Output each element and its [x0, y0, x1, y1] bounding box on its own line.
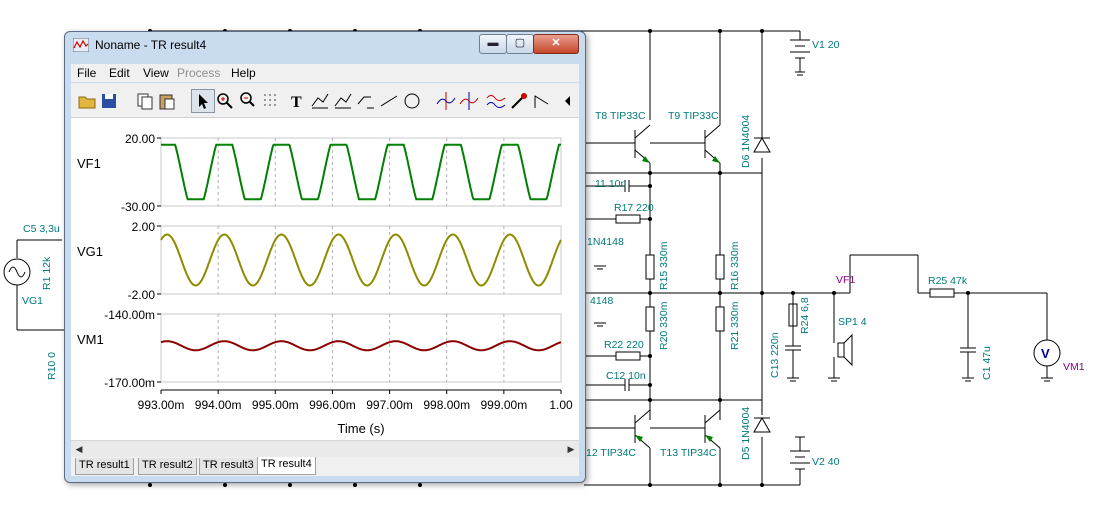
- toolbar: T: [71, 83, 579, 118]
- tab-tr-result4[interactable]: TR result4: [257, 457, 316, 475]
- label-t8: T8 TIP33C: [595, 110, 646, 122]
- paste-icon[interactable]: [156, 90, 178, 112]
- cursor-a-icon[interactable]: [309, 90, 331, 112]
- label-r15: R15 330m: [658, 241, 670, 290]
- label-v1: V1 20: [812, 39, 840, 51]
- cursor-b-icon[interactable]: [332, 90, 354, 112]
- waveform-chart[interactable]: VF1 20.00 -30.00 VG1 2.00 -2.00 VM1-140.00m -17…: [71, 118, 579, 440]
- open-icon[interactable]: [76, 90, 98, 112]
- maximize-icon: ▢: [514, 37, 526, 49]
- pointer-icon[interactable]: [191, 89, 215, 113]
- label-r17: R17 220: [614, 202, 654, 214]
- grid-icon[interactable]: [260, 90, 282, 112]
- x-tick-label: 996.00m: [309, 398, 356, 412]
- horizontal-scrollbar[interactable]: ◀ ▶: [71, 440, 579, 457]
- tab-tr-result2[interactable]: TR result2: [138, 458, 197, 475]
- text-icon[interactable]: T: [286, 90, 308, 112]
- label-d6: D6 1N4004: [740, 115, 752, 168]
- label-r10: R10 0: [46, 352, 58, 380]
- marker-b-icon[interactable]: [458, 90, 480, 112]
- maximize-button[interactable]: ▢: [506, 34, 534, 54]
- label-vf1-net: VF1: [836, 274, 855, 286]
- tab-tr-result1[interactable]: TR result1: [75, 458, 134, 475]
- label-r25: R25 47k: [928, 275, 968, 287]
- menu-process[interactable]: Process: [177, 66, 220, 80]
- line-segment-icon[interactable]: [355, 90, 377, 112]
- label-d2: 4148: [590, 295, 614, 307]
- x-tick-label: 994.00m: [195, 398, 242, 412]
- label-v2: V2 40: [812, 456, 840, 468]
- x-axis-label: Time (s): [337, 421, 384, 436]
- x-tick-label: 999.00m: [481, 398, 528, 412]
- save-icon[interactable]: [98, 90, 120, 112]
- result-tabs: TR result1 TR result2 TR result3 TR resu…: [71, 457, 579, 476]
- x-tick-label: 995.00m: [252, 398, 299, 412]
- waveform-icon[interactable]: [485, 90, 507, 112]
- x-tick-label: 993.00m: [138, 398, 185, 412]
- x-tick-label: 998.00m: [423, 398, 470, 412]
- x-tick-label: 1.00: [549, 398, 573, 412]
- y-tick-label: -170.00m: [104, 376, 155, 390]
- y-tick-label: 20.00: [125, 132, 155, 146]
- y-tick-label: -2.00: [128, 288, 156, 302]
- x-tick-label: 997.00m: [366, 398, 413, 412]
- label-r24: R24 6,8: [799, 297, 811, 334]
- label-c11: 11 10n: [595, 178, 626, 190]
- label-t12: 12 TIP34C: [586, 447, 636, 459]
- label-t13: T13 TIP34C: [660, 447, 717, 459]
- close-button[interactable]: ✕: [533, 34, 579, 54]
- menu-bar: File Edit View Process Help: [71, 64, 579, 82]
- scroll-left-icon[interactable]: ◀: [71, 441, 87, 457]
- label-c12: C12 10n: [606, 370, 646, 382]
- label-r22: R22 220: [604, 339, 644, 351]
- title-bar[interactable]: Noname - TR result4 ▬ ▢ ✕: [65, 32, 585, 58]
- scroll-right-icon[interactable]: ▶: [563, 441, 579, 457]
- menu-help[interactable]: Help: [231, 66, 256, 80]
- angle-icon[interactable]: [531, 90, 553, 112]
- label-vm1: VM1: [1063, 361, 1085, 373]
- close-icon: ✕: [551, 37, 561, 49]
- label-sp1: SP1 4: [838, 316, 867, 328]
- label-c13: C13 220n: [769, 332, 781, 378]
- toolbar-scroll-left-icon[interactable]: [561, 90, 575, 112]
- zoom-100-icon[interactable]: [237, 90, 259, 112]
- label-d1: 1N4148: [587, 236, 624, 248]
- menu-edit[interactable]: Edit: [109, 66, 130, 80]
- minimize-button[interactable]: ▬: [479, 34, 507, 54]
- y-tick-label: -140.00m: [104, 308, 155, 322]
- label-d5: D5 1N4004: [740, 407, 752, 460]
- label-c1: C1 47u: [981, 346, 993, 380]
- zoom-in-icon[interactable]: [214, 90, 236, 112]
- tr-result-window[interactable]: Noname - TR result4 ▬ ▢ ✕ File Edit View…: [64, 31, 586, 483]
- tab-tr-result3[interactable]: TR result3: [199, 458, 258, 475]
- label-r20: R20 330m: [658, 301, 670, 350]
- label-vg1: VG1: [22, 295, 43, 307]
- panel-frame: [160, 313, 562, 383]
- line-icon[interactable]: [378, 90, 400, 112]
- copy-icon[interactable]: [134, 90, 156, 112]
- label-r1: R1 12k: [41, 256, 53, 290]
- probe-icon[interactable]: [508, 90, 530, 112]
- series-label-vg1: VG1: [77, 244, 103, 259]
- label-c5: C5 3,3u: [23, 223, 60, 235]
- voltmeter-symbol: V: [1041, 346, 1050, 361]
- series-label-vf1: VF1: [77, 156, 101, 171]
- app-icon: [73, 38, 89, 52]
- plot-area[interactable]: VF1 20.00 -30.00 VG1 2.00 -2.00 VM1 -140.00m -17…: [71, 118, 579, 440]
- label-r21: R21 330m: [729, 301, 741, 350]
- series-label-vm1: VM1: [77, 332, 104, 347]
- circle-icon[interactable]: [401, 90, 423, 112]
- label-t9: T9 TIP33C: [668, 110, 719, 122]
- y-tick-label: 2.00: [132, 220, 156, 234]
- label-r16: R16 330m: [729, 241, 741, 290]
- svg-text:T: T: [291, 94, 302, 111]
- menu-view[interactable]: View: [143, 66, 169, 80]
- window-title: Noname - TR result4: [95, 38, 207, 52]
- marker-a-icon[interactable]: [435, 90, 457, 112]
- menu-file[interactable]: File: [77, 66, 96, 80]
- minimize-icon: ▬: [487, 37, 499, 49]
- y-tick-label: -30.00: [121, 200, 155, 214]
